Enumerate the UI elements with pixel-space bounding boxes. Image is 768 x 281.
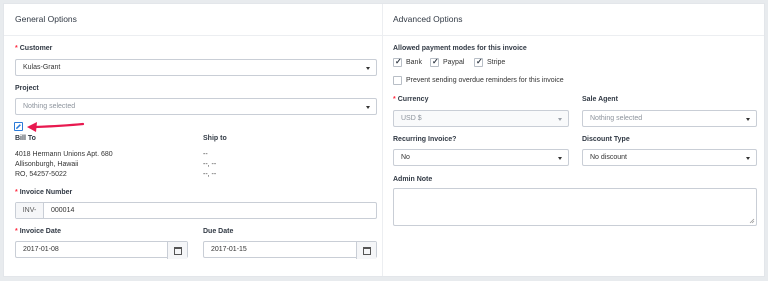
check-icon: ✓: [476, 57, 483, 66]
sale-agent-placeholder: Nothing selected: [590, 115, 643, 122]
invoice-number-label-text: Invoice Number: [19, 189, 73, 196]
general-divider: [4, 35, 382, 36]
edit-icon[interactable]: [14, 122, 23, 131]
ship-to-line: --: [203, 151, 208, 158]
advanced-divider: [383, 35, 764, 36]
invoice-number-input[interactable]: 000014: [44, 207, 74, 214]
invoice-options-panel: General Options * Customer Kulas-Grant Pr…: [3, 3, 765, 277]
invoice-prefix-addon: INV-: [16, 203, 44, 218]
column-divider: [382, 4, 383, 276]
arrow-annotation: [27, 122, 85, 132]
payment-modes-label: Allowed payment modes for this invoice: [393, 45, 527, 52]
invoice-date-input[interactable]: 2017-01-08: [15, 241, 188, 259]
customer-label: * Customer: [15, 45, 52, 52]
paypal-checkbox[interactable]: ✓: [430, 57, 439, 67]
ship-to-line: --, --: [203, 171, 217, 178]
recurring-select[interactable]: No: [393, 149, 569, 166]
invoice-number-input-group: INV- 000014: [15, 202, 377, 219]
stripe-label: Stripe: [487, 59, 506, 66]
invoice-date-calendar-button[interactable]: [167, 242, 187, 259]
project-select-placeholder: Nothing selected: [23, 103, 76, 110]
due-date-label: Due Date: [203, 228, 234, 235]
bank-checkbox[interactable]: ✓: [393, 57, 402, 67]
general-options-title: General Options: [15, 14, 77, 24]
customer-select[interactable]: Kulas-Grant: [15, 59, 377, 76]
chevron-down-icon: [746, 157, 750, 160]
required-marker: *: [15, 189, 18, 196]
customer-select-value: Kulas-Grant: [23, 64, 61, 71]
ship-to-address: -- --, -- --, --: [203, 150, 216, 180]
currency-select-value: USD $: [401, 115, 422, 122]
due-date-input[interactable]: 2017-01-15: [203, 241, 377, 259]
discount-type-select[interactable]: No discount: [582, 149, 757, 166]
sale-agent-select[interactable]: Nothing selected: [582, 110, 757, 127]
chevron-down-icon: [366, 106, 370, 109]
admin-note-label: Admin Note: [393, 176, 433, 183]
chevron-down-icon: [366, 67, 370, 70]
due-date-value: 2017-01-15: [211, 246, 247, 253]
chevron-down-icon: [558, 118, 562, 121]
bill-to-line: RO, 54257-5022: [15, 171, 67, 178]
prevent-reminders-checkbox[interactable]: [393, 76, 402, 85]
invoice-date-label: * Invoice Date: [15, 228, 61, 235]
recurring-label: Recurring Invoice?: [393, 136, 457, 143]
prevent-reminders-label: Prevent sending overdue reminders for th…: [406, 77, 564, 84]
chevron-down-icon: [746, 118, 750, 121]
project-select[interactable]: Nothing selected: [15, 98, 377, 115]
project-label: Project: [15, 85, 39, 92]
paypal-label: Paypal: [443, 59, 465, 66]
discount-type-label: Discount Type: [582, 136, 630, 143]
invoice-date-value: 2017-01-08: [23, 246, 59, 253]
ship-to-label: Ship to: [203, 135, 227, 142]
recurring-select-value: No: [401, 154, 410, 161]
bank-label: Bank: [406, 59, 422, 66]
stripe-checkbox[interactable]: ✓: [474, 57, 483, 67]
required-marker: *: [393, 96, 396, 103]
due-date-calendar-button[interactable]: [356, 242, 376, 259]
bill-to-line: Allisonburgh, Hawaii: [15, 161, 79, 168]
currency-label-text: Currency: [397, 96, 429, 103]
ship-to-line: --, --: [203, 161, 217, 168]
currency-label: * Currency: [393, 96, 428, 103]
check-icon: ✓: [395, 57, 402, 66]
bill-to-line: 4018 Hermann Unions Apt. 680: [15, 151, 113, 158]
required-marker: *: [15, 228, 18, 235]
bill-to-address: 4018 Hermann Unions Apt. 680 Allisonburg…: [15, 150, 113, 180]
currency-select[interactable]: USD $: [393, 110, 569, 127]
bill-to-label: Bill To: [15, 135, 36, 142]
check-icon: ✓: [432, 57, 439, 66]
admin-note-textarea[interactable]: [393, 188, 757, 226]
invoice-date-label-text: Invoice Date: [19, 228, 61, 235]
sale-agent-label: Sale Agent: [582, 96, 618, 103]
customer-label-text: Customer: [19, 45, 53, 52]
advanced-options-title: Advanced Options: [393, 14, 463, 24]
resize-handle-icon: [749, 218, 755, 224]
calendar-icon: [362, 246, 371, 255]
invoice-number-label: * Invoice Number: [15, 189, 72, 196]
discount-type-select-value: No discount: [590, 154, 627, 161]
required-marker: *: [15, 45, 18, 52]
chevron-down-icon: [558, 157, 562, 160]
calendar-icon: [173, 246, 182, 255]
